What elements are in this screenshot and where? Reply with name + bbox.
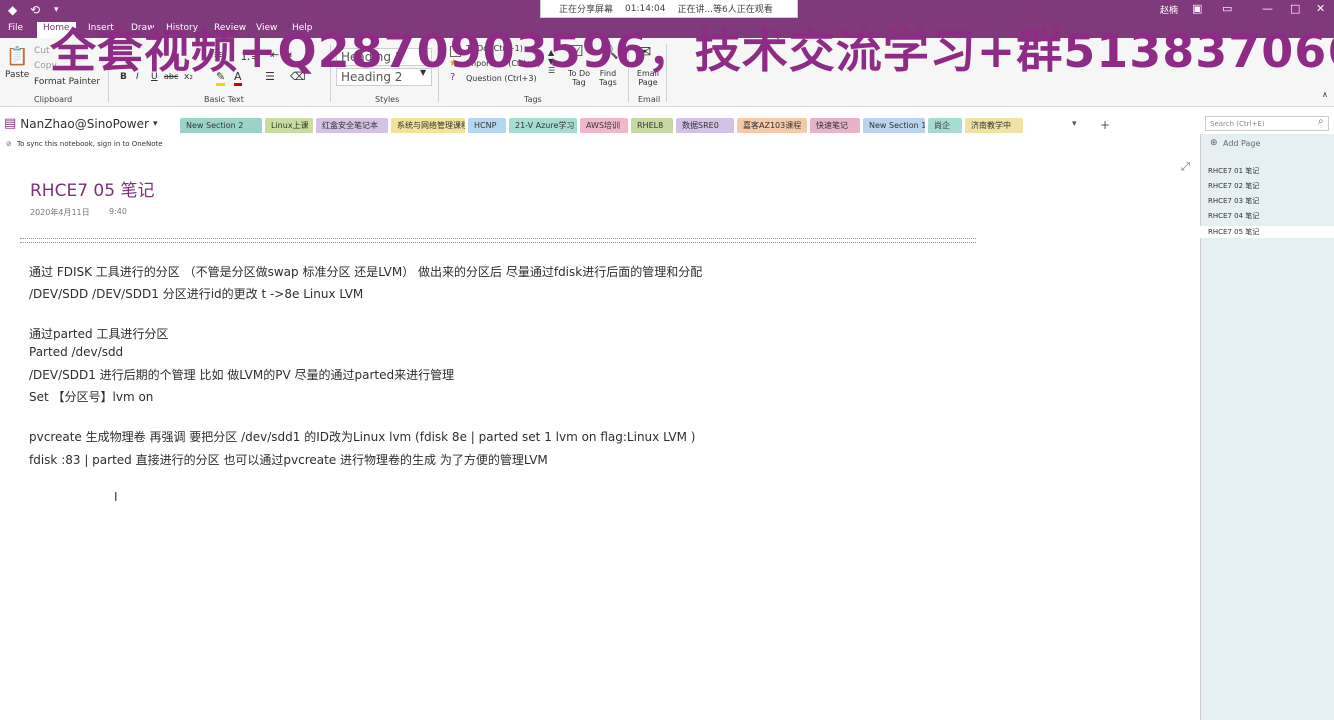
- search-icon[interactable]: ⌕: [1318, 116, 1324, 127]
- add-page-icon[interactable]: ⊕: [1210, 138, 1218, 148]
- note-line[interactable]: fdisk :83 | parted 直接进行的分区 也可以通过pvcreate…: [29, 451, 548, 468]
- basic-text-group-label: Basic Text: [204, 95, 244, 104]
- cut-button[interactable]: Cut: [34, 46, 50, 56]
- page-title[interactable]: RHCE7 05 笔记: [30, 176, 154, 201]
- note-line[interactable]: Set 【分区号】lvm on: [29, 388, 153, 405]
- collapse-ribbon-icon[interactable]: ∧: [1322, 90, 1328, 99]
- email-group-label: Email: [638, 95, 661, 104]
- notebook-icon: ▤: [4, 116, 17, 131]
- back-icon[interactable]: ⟲: [30, 2, 40, 18]
- full-page-view-icon[interactable]: ⤢: [1181, 160, 1190, 174]
- paste-icon[interactable]: 📋: [6, 46, 28, 67]
- share-label: 正在分享屏幕: [559, 5, 614, 15]
- note-line[interactable]: 通过parted 工具进行分区: [29, 325, 168, 342]
- page-list-item[interactable]: RHCE7 02 笔记: [1208, 181, 1259, 191]
- paste-button[interactable]: Paste: [5, 70, 29, 80]
- tab-section[interactable]: AWS培训: [580, 118, 628, 133]
- menu-file[interactable]: File: [8, 23, 23, 33]
- tab-section[interactable]: 红盒安全笔记本: [316, 118, 388, 133]
- share-status: 正在讲...等6人正在观看: [677, 5, 773, 15]
- minimize-icon[interactable]: —: [1262, 2, 1273, 15]
- sync-info-text[interactable]: To sync this notebook, sign in to OneNot…: [17, 137, 163, 151]
- note-line[interactable]: 通过 FDISK 工具进行的分区 （不管是分区做swap 标准分区 还是LVM）…: [29, 263, 702, 280]
- more-sections-icon[interactable]: ▾: [1072, 119, 1077, 129]
- page-list-item[interactable]: RHCE7 03 笔记: [1208, 196, 1259, 206]
- page-time: 9:40: [109, 207, 127, 216]
- add-section-icon[interactable]: +: [1100, 118, 1110, 132]
- note-line[interactable]: /DEV/SDD1 进行后期的个管理 比如 做LVM的PV 尽量的通过parte…: [29, 366, 454, 383]
- tab-section[interactable]: 济南教学中: [965, 118, 1023, 133]
- tab-section[interactable]: Linux上课: [265, 118, 313, 133]
- page-date: 2020年4月11日: [30, 208, 90, 217]
- page-list-item[interactable]: RHCE7 04 笔记: [1208, 211, 1259, 221]
- add-page-button[interactable]: Add Page: [1223, 139, 1260, 148]
- avatar[interactable]: ▣: [1192, 2, 1202, 15]
- notebook-selector[interactable]: ▤ NanZhao@SinoPower ▾: [4, 116, 157, 131]
- tags-group-label: Tags: [524, 95, 542, 104]
- share-time: 01:14:04: [625, 3, 666, 14]
- tab-section[interactable]: RHEL8: [631, 118, 673, 133]
- styles-group-label: Styles: [375, 95, 400, 104]
- watermark-text: 全套视频+Q2870903596，技术交流学习+群513837066: [50, 24, 1334, 78]
- maximize-icon[interactable]: □: [1290, 2, 1300, 15]
- title-divider: [20, 238, 976, 243]
- text-cursor-icon: I: [114, 490, 118, 504]
- tab-section[interactable]: 嘉客AZ103课程: [737, 118, 807, 133]
- ribbon-display-icon[interactable]: ▭: [1222, 2, 1232, 15]
- tab-section[interactable]: HCNP: [468, 118, 506, 133]
- clipboard-group-label: Clipboard: [34, 95, 73, 104]
- note-line[interactable]: /DEV/SDD /DEV/SDD1 分区进行id的更改 t ->8e Linu…: [29, 285, 363, 302]
- tab-section[interactable]: 尚企: [928, 118, 962, 133]
- info-icon: ⊘: [6, 140, 12, 148]
- note-line[interactable]: pvcreate 生成物理卷 再强调 要把分区 /dev/sdd1 的ID改为L…: [29, 428, 696, 445]
- tab-section[interactable]: 系统与网络管理课程: [391, 118, 465, 133]
- tab-section[interactable]: 快速笔记: [810, 118, 860, 133]
- pages-panel: [1200, 134, 1334, 720]
- search-input[interactable]: Search (Ctrl+E): [1205, 116, 1329, 131]
- onenote-logo-icon: ◆: [8, 3, 18, 17]
- page-list-item[interactable]: RHCE7 01 笔记: [1208, 166, 1259, 176]
- close-icon[interactable]: ✕: [1316, 2, 1325, 15]
- tab-section[interactable]: New Section 1: [863, 118, 925, 133]
- tab-section[interactable]: 21-V Azure学习: [509, 118, 577, 133]
- page-list-item-active[interactable]: RHCE7 05 笔记: [1200, 226, 1334, 238]
- tab-section[interactable]: New Section 2: [180, 118, 262, 133]
- tab-section[interactable]: 数据SRE0: [676, 118, 734, 133]
- notebook-name: NanZhao@SinoPower: [20, 116, 149, 131]
- note-line[interactable]: Parted /dev/sdd: [29, 345, 123, 359]
- chevron-down-icon: ▾: [152, 118, 158, 129]
- sync-info-bar[interactable]: ⊘ To sync this notebook, sign in to OneN…: [0, 137, 1200, 151]
